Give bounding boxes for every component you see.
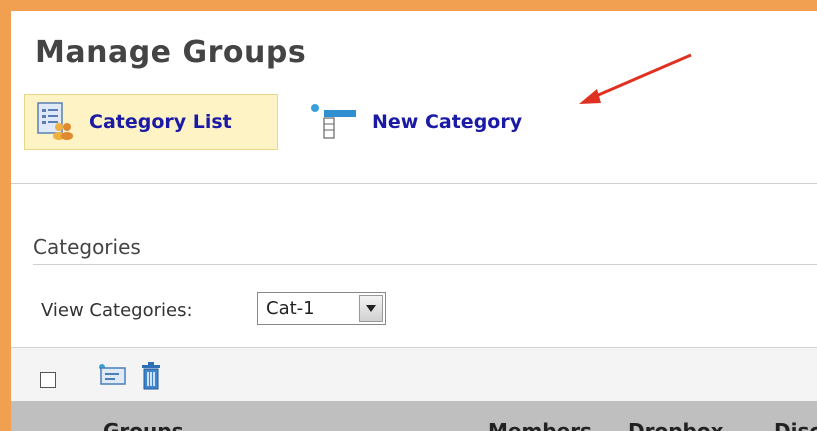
new-category-label: New Category bbox=[372, 111, 523, 133]
bulk-actions-bar bbox=[11, 347, 817, 402]
view-categories-label: View Categories: bbox=[41, 300, 193, 321]
app-frame: Manage Category Groups Manage Groups Cat… bbox=[0, 0, 817, 431]
annotation-arrow-icon bbox=[579, 53, 692, 104]
category-list-button[interactable]: Category List bbox=[24, 94, 278, 150]
trash-icon[interactable] bbox=[138, 362, 164, 394]
selected-category-value: Cat-1 bbox=[266, 298, 315, 319]
category-list-icon bbox=[35, 100, 75, 145]
header-fragment: Manage Category Groups bbox=[36, 0, 407, 8]
column-header-dropbox[interactable]: Dropbox bbox=[628, 419, 723, 431]
groups-table-header: Groups Members Dropbox Discussions bbox=[11, 401, 817, 431]
column-header-groups[interactable]: Groups bbox=[103, 419, 183, 431]
toolbar-divider bbox=[11, 183, 817, 184]
view-categories-select[interactable]: Cat-1 bbox=[257, 292, 386, 325]
add-item-icon[interactable] bbox=[97, 362, 127, 392]
cropped-header: Manage Category Groups bbox=[36, 0, 407, 8]
column-header-members[interactable]: Members bbox=[488, 419, 592, 431]
chevron-down-icon[interactable] bbox=[359, 295, 383, 322]
section-divider bbox=[33, 264, 817, 265]
select-all-checkbox[interactable] bbox=[40, 372, 56, 388]
new-category-icon bbox=[306, 100, 358, 145]
new-category-button[interactable]: New Category bbox=[306, 94, 522, 150]
column-header-discussions[interactable]: Discussions bbox=[774, 419, 817, 431]
categories-section-title: Categories bbox=[33, 235, 141, 259]
category-list-label: Category List bbox=[89, 111, 232, 133]
page-title: Manage Groups bbox=[35, 35, 307, 70]
